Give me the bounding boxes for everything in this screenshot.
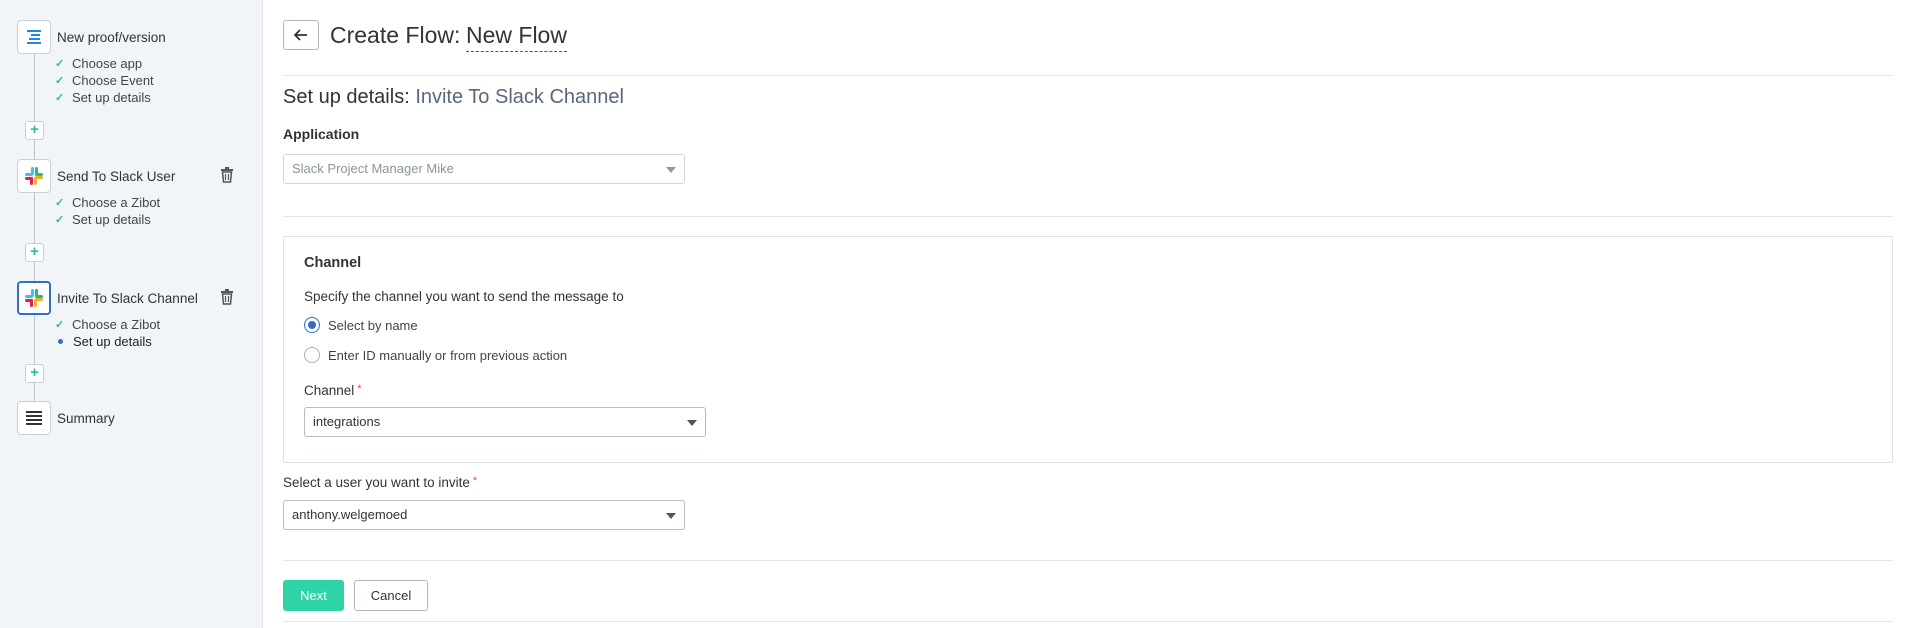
sidebar-step-invite-to-slack-channel[interactable]: Invite To Slack Channel [17,281,198,315]
sidebar-substep-setup-details[interactable]: ✓ Set up details [55,212,151,227]
divider [283,216,1893,217]
divider [283,560,1893,561]
section-heading-action: Invite To Slack Channel [415,86,624,108]
chevron-down-icon [666,513,676,519]
chevron-down-icon [666,167,676,173]
radio-label: Select by name [328,317,418,333]
sidebar-substep-choose-event[interactable]: ✓ Choose Event [55,73,154,88]
sidebar-substep-setup-details-current[interactable]: Set up details [55,334,152,349]
sidebar-substep-choose-zibot[interactable]: ✓ Choose a Zibot [55,195,160,210]
check-icon: ✓ [55,197,65,209]
substep-label: Choose a Zibot [72,195,161,210]
substep-label: Set up details [72,212,151,227]
current-step-dot-icon [58,339,63,344]
invite-user-label-text: Select a user you want to invite [283,475,470,490]
check-icon: ✓ [55,92,65,104]
radio-select-by-name[interactable]: Select by name [304,317,418,333]
sidebar-step-title: New proof/version [57,29,166,45]
flow-name-editable[interactable]: New Flow [466,22,567,52]
sidebar-substep-choose-zibot[interactable]: ✓ Choose a Zibot [55,317,160,332]
page-title: Create Flow: [330,22,461,48]
substep-label: Choose Event [72,73,154,88]
channel-section: Channel Specify the channel you want to … [283,236,1893,463]
trash-icon[interactable] [220,167,234,183]
setup-details-panel: Create Flow: New Flow Set up details: In… [283,0,1893,628]
radio-checked-icon [304,317,320,333]
channel-section-title: Channel [304,255,362,271]
channel-prompt: Specify the channel you want to send the… [304,289,624,304]
check-icon: ✓ [55,75,65,87]
divider [283,75,1893,76]
application-label: Application [283,126,360,142]
add-step-button[interactable]: + [25,121,44,140]
substep-label: Set up details [72,90,151,105]
next-button[interactable]: Next [283,580,344,611]
channel-field-label: Channel * [304,383,362,398]
radio-label: Enter ID manually or from previous actio… [328,347,568,363]
cancel-button[interactable]: Cancel [354,580,428,611]
substep-label: Set up details [73,334,152,349]
invite-user-select[interactable]: anthony.welgemoed [283,500,685,530]
chevron-down-icon [687,420,697,426]
section-heading: Set up details: Invite To Slack Channel [283,86,624,109]
summary-lines-icon [17,401,51,435]
substep-label: Choose app [72,56,143,71]
add-step-button[interactable]: + [25,243,44,262]
trash-icon[interactable] [220,289,234,305]
invite-user-select-value: anthony.welgemoed [292,507,408,522]
sidebar-step-new-proof[interactable]: New proof/version [17,20,166,54]
application-select-value: Slack Project Manager Mike [292,161,454,176]
section-heading-prefix: Set up details: [283,86,410,108]
sidebar-step-send-to-slack-user[interactable]: Send To Slack User [17,159,175,193]
sidebar-step-title: Send To Slack User [57,168,176,184]
radio-enter-id-manually[interactable]: Enter ID manually or from previous actio… [304,347,567,363]
proof-document-icon [17,20,51,54]
check-icon: ✓ [55,319,65,331]
sidebar-step-title: Invite To Slack Channel [57,290,198,306]
channel-select-value: integrations [313,414,381,429]
channel-select[interactable]: integrations [304,407,706,437]
divider [283,621,1893,622]
flow-steps-sidebar: New proof/version ✓ Choose app ✓ Choose Ev… [0,0,263,628]
required-marker: * [472,475,478,487]
radio-unchecked-icon [304,347,320,363]
back-button[interactable] [283,20,319,50]
invite-user-label: Select a user you want to invite * [283,475,477,490]
required-marker: * [357,383,362,395]
sidebar-substep-choose-app[interactable]: ✓ Choose app [55,56,142,71]
check-icon: ✓ [55,58,65,70]
substep-label: Choose a Zibot [72,317,161,332]
check-icon: ✓ [55,214,65,226]
arrow-left-icon [294,29,307,41]
channel-field-label-text: Channel [304,383,355,398]
application-select[interactable]: Slack Project Manager Mike [283,154,685,184]
add-step-button[interactable]: + [25,364,44,383]
sidebar-step-summary[interactable]: Summary [17,401,115,435]
slack-icon [17,281,51,315]
slack-icon [17,159,51,193]
sidebar-step-title: Summary [57,410,115,426]
sidebar-substep-setup-details[interactable]: ✓ Set up details [55,90,151,105]
